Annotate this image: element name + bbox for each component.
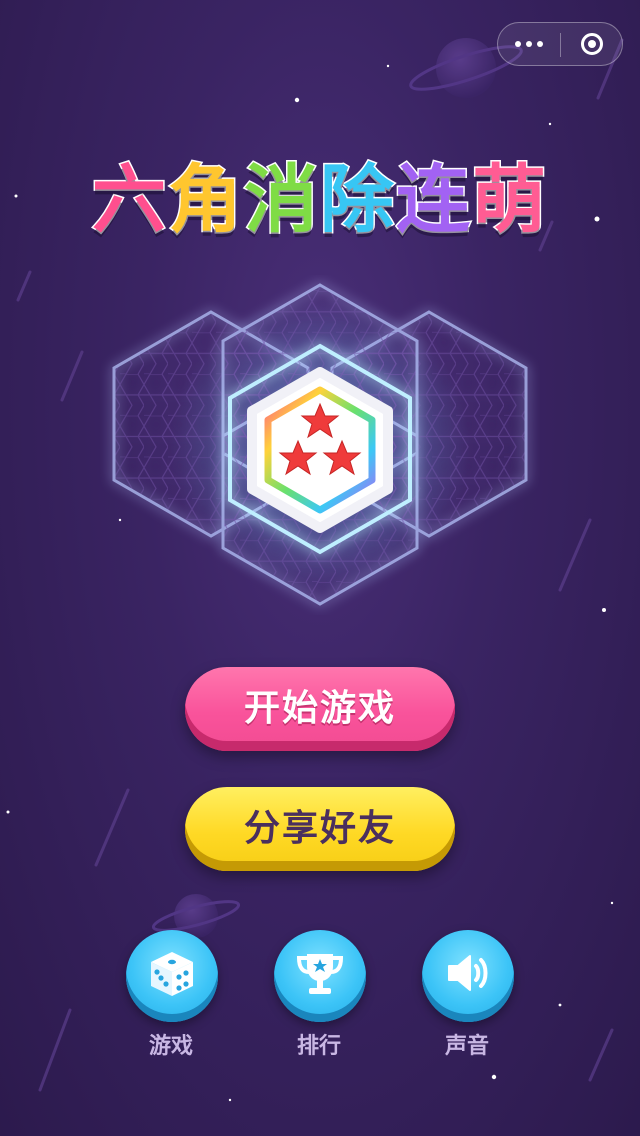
start-game-label: 开始游戏 [243,688,396,729]
close-button[interactable] [561,23,623,65]
game-title: 六角消除连萌 [0,140,640,247]
title-char-4: 除 [319,156,396,245]
title-char-2: 角 [167,156,244,245]
rank-label: 排行 [296,1034,341,1059]
more-button[interactable] [498,23,560,65]
title-char-1: 六 [91,156,168,245]
start-game-button[interactable]: 开始游戏 [185,667,455,751]
title-char-5: 连 [395,156,472,245]
speaker-icon [448,955,488,991]
share-friends-label: 分享好友 [243,808,396,849]
title-char-6: 萌 [471,156,548,245]
trophy-icon [296,954,344,994]
sound-button[interactable] [422,930,514,1022]
dice-icon [151,952,193,996]
close-target-icon [581,33,603,55]
share-friends-button[interactable]: 分享好友 [185,787,455,871]
title-char-3: 消 [243,156,320,245]
game-button[interactable] [126,930,218,1022]
sound-label: 声音 [444,1034,489,1059]
hexagon-logo [112,283,528,606]
three-stars-hexagon-icon [247,367,393,533]
game-label: 游戏 [148,1034,193,1059]
more-dots-icon [515,41,521,47]
mini-program-capsule [497,22,623,66]
rank-button[interactable] [274,930,366,1022]
